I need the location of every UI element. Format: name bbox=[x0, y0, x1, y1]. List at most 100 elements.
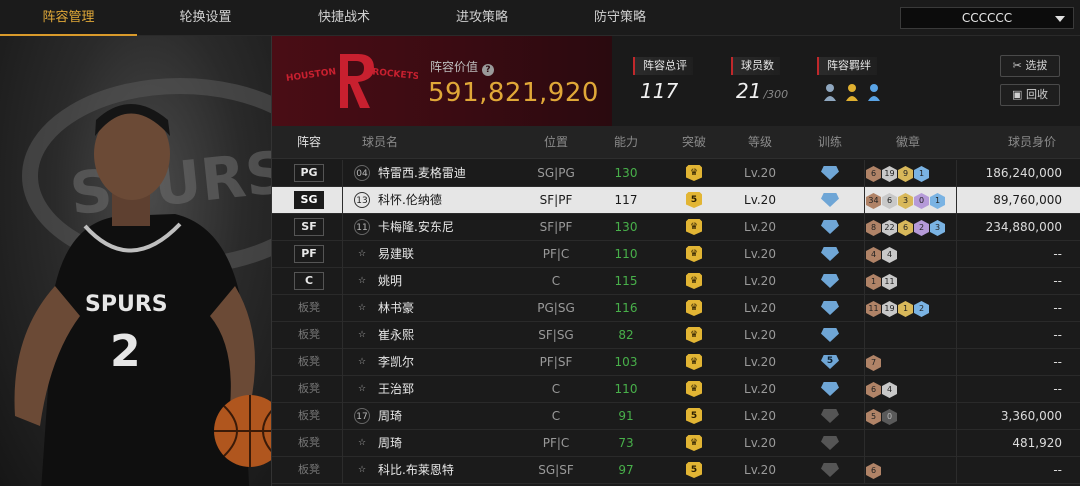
bench-label[interactable]: 板凳 bbox=[294, 295, 324, 321]
breakthrough-icon[interactable]: ♛ bbox=[686, 246, 702, 262]
breakthrough-icon[interactable]: 5 bbox=[686, 192, 702, 208]
breakthrough-icon[interactable]: ♛ bbox=[686, 381, 702, 397]
table-row[interactable]: SF 11 卡梅隆.安东尼 SF|PF 130 ♛ Lv.20 8 22 6 2 3 234,880,0… bbox=[272, 214, 1080, 241]
bench-label[interactable]: 板凳 bbox=[294, 376, 324, 402]
badge-group[interactable]: 50 bbox=[866, 408, 898, 425]
breakthrough-icon[interactable]: ♛ bbox=[686, 327, 702, 343]
player-name[interactable]: 科怀.伦纳德 bbox=[378, 187, 528, 213]
tab-rotation-settings[interactable]: 轮换设置 bbox=[137, 0, 274, 36]
table-row[interactable]: 板凳 17 周琦 C 91 5 Lv.20 5 0 3,360,000 bbox=[272, 403, 1080, 430]
col-ability[interactable]: 能力 bbox=[598, 126, 654, 159]
training-icon[interactable] bbox=[821, 301, 839, 315]
chemistry-icons[interactable] bbox=[822, 81, 892, 103]
breakthrough-icon[interactable]: ♛ bbox=[686, 273, 702, 289]
col-position[interactable]: 位置 bbox=[528, 126, 584, 159]
breakthrough-icon[interactable]: ♛ bbox=[686, 300, 702, 316]
table-row[interactable]: PF ☆ 易建联 PF|C 110 ♛ Lv.20 4 4 -- bbox=[272, 241, 1080, 268]
select-button[interactable]: ✂ 选拔 bbox=[1000, 55, 1060, 77]
player-name[interactable]: 卡梅隆.安东尼 bbox=[378, 214, 528, 240]
bench-label[interactable]: 板凳 bbox=[294, 349, 324, 375]
col-training[interactable]: 训练 bbox=[802, 126, 858, 159]
breakthrough-icon[interactable]: 5 bbox=[686, 408, 702, 424]
column-divider bbox=[342, 241, 343, 268]
bench-label[interactable]: 板凳 bbox=[294, 457, 324, 483]
table-row[interactable]: C ☆ 姚明 C 115 ♛ Lv.20 1 11 -- bbox=[272, 268, 1080, 295]
col-player-value[interactable]: 球员身价 bbox=[994, 126, 1070, 159]
training-icon[interactable] bbox=[821, 220, 839, 234]
badge-group[interactable]: 64 bbox=[866, 381, 898, 398]
position-badge[interactable]: SG bbox=[294, 191, 324, 209]
table-row[interactable]: 板凳 ☆ 林书豪 PG|SG 116 ♛ Lv.20 11 19 1 2 -- bbox=[272, 295, 1080, 322]
breakthrough-icon[interactable]: ♛ bbox=[686, 435, 702, 451]
col-lineup[interactable]: 阵容 bbox=[286, 126, 332, 159]
chemistry-label: 阵容羁绊 bbox=[817, 57, 877, 75]
position-badge[interactable]: PF bbox=[294, 245, 324, 263]
player-name[interactable]: 王治郅 bbox=[378, 376, 528, 402]
table-row[interactable]: SG 13 科怀.伦纳德 SF|PF 117 5 Lv.20 34 6 3 0 1 89,760,000 bbox=[272, 187, 1080, 214]
recycle-button[interactable]: ▣ 回收 bbox=[1000, 84, 1060, 106]
tab-lineup-management[interactable]: 阵容管理 bbox=[0, 0, 137, 36]
player-name[interactable]: 李凯尔 bbox=[378, 349, 528, 375]
breakthrough-icon[interactable]: ♛ bbox=[686, 219, 702, 235]
position-badge[interactable]: SF bbox=[294, 218, 324, 236]
player-position: PF|SF bbox=[539, 355, 573, 369]
training-icon[interactable]: 5 bbox=[821, 355, 839, 369]
tab-quick-tactics[interactable]: 快捷战术 bbox=[274, 0, 414, 36]
training-icon[interactable] bbox=[821, 247, 839, 261]
badge-group[interactable]: 8 22 6 2 3 bbox=[866, 219, 946, 236]
bench-label[interactable]: 板凳 bbox=[294, 403, 324, 429]
column-divider bbox=[342, 295, 343, 322]
breakthrough-icon[interactable]: ♛ bbox=[686, 354, 702, 370]
help-icon[interactable]: ? bbox=[482, 64, 495, 76]
player-name[interactable]: 特雷西.麦格雷迪 bbox=[378, 160, 528, 186]
table-row[interactable]: 板凳 ☆ 科比.布莱恩特 SG|SF 97 5 Lv.20 6 -- bbox=[272, 457, 1080, 484]
tab-defense-strategy[interactable]: 防守策略 bbox=[550, 0, 690, 36]
badge-icon: 6 bbox=[898, 220, 913, 236]
player-name[interactable]: 周琦 bbox=[378, 403, 528, 429]
table-row[interactable]: 板凳 ☆ 周琦 PF|C 73 ♛ Lv.20 481,920 bbox=[272, 430, 1080, 457]
position-badge[interactable]: PG bbox=[294, 164, 324, 182]
tab-offense-strategy[interactable]: 进攻策略 bbox=[414, 0, 550, 36]
badge-group[interactable]: 11 19 1 2 bbox=[866, 300, 930, 317]
star-icon: ☆ bbox=[357, 249, 367, 259]
badge-group[interactable]: 44 bbox=[866, 246, 898, 263]
table-row[interactable]: 板凳 ☆ 王治郅 C 110 ♛ Lv.20 6 4 -- bbox=[272, 376, 1080, 403]
star-icon: ☆ bbox=[357, 357, 367, 367]
badge-group[interactable]: 34 6 3 0 1 bbox=[866, 192, 946, 209]
column-divider bbox=[342, 268, 343, 295]
player-name[interactable]: 林书豪 bbox=[378, 295, 528, 321]
training-icon[interactable] bbox=[821, 463, 839, 477]
breakthrough-icon[interactable]: 5 bbox=[686, 462, 702, 478]
table-row[interactable]: PG 04 特雷西.麦格雷迪 SG|PG 130 ♛ Lv.20 6 19 9 1 186,240,0… bbox=[272, 160, 1080, 187]
training-icon[interactable] bbox=[821, 166, 839, 180]
player-name[interactable]: 周琦 bbox=[378, 430, 528, 456]
lineup-select-dropdown[interactable]: CCCCCC bbox=[900, 7, 1074, 29]
bench-label[interactable]: 板凳 bbox=[294, 322, 324, 348]
col-breakthrough[interactable]: 突破 bbox=[666, 126, 722, 159]
badge-group[interactable]: 1 11 bbox=[866, 273, 898, 290]
table-row[interactable]: 板凳 ☆ 李凯尔 PF|SF 103 ♛ Lv.20 5 7 -- bbox=[272, 349, 1080, 376]
table-row[interactable]: 板凳 ☆ 崔永熙 SF|SG 82 ♛ Lv.20 -- bbox=[272, 322, 1080, 349]
badge-group[interactable]: 7 bbox=[866, 354, 882, 371]
player-name[interactable]: 易建联 bbox=[378, 241, 528, 267]
training-icon[interactable] bbox=[821, 382, 839, 396]
training-icon[interactable] bbox=[821, 409, 839, 423]
training-icon[interactable] bbox=[821, 274, 839, 288]
column-divider bbox=[864, 322, 865, 349]
training-icon[interactable] bbox=[821, 436, 839, 450]
col-level[interactable]: 等级 bbox=[732, 126, 788, 159]
player-name[interactable]: 崔永熙 bbox=[378, 322, 528, 348]
training-icon[interactable] bbox=[821, 193, 839, 207]
badge-group[interactable]: 6 19 9 1 bbox=[866, 165, 930, 182]
player-ability: 103 bbox=[614, 355, 638, 369]
col-player-name[interactable]: 球员名 bbox=[350, 126, 410, 159]
breakthrough-icon[interactable]: ♛ bbox=[686, 165, 702, 181]
position-badge[interactable]: C bbox=[294, 272, 324, 290]
training-icon[interactable] bbox=[821, 328, 839, 342]
player-position: C bbox=[551, 382, 561, 396]
bench-label[interactable]: 板凳 bbox=[294, 430, 324, 456]
player-name[interactable]: 科比.布莱恩特 bbox=[378, 457, 528, 483]
badge-group[interactable]: 6 bbox=[866, 462, 882, 479]
player-name[interactable]: 姚明 bbox=[378, 268, 528, 294]
col-badges[interactable]: 徽章 bbox=[880, 126, 936, 159]
